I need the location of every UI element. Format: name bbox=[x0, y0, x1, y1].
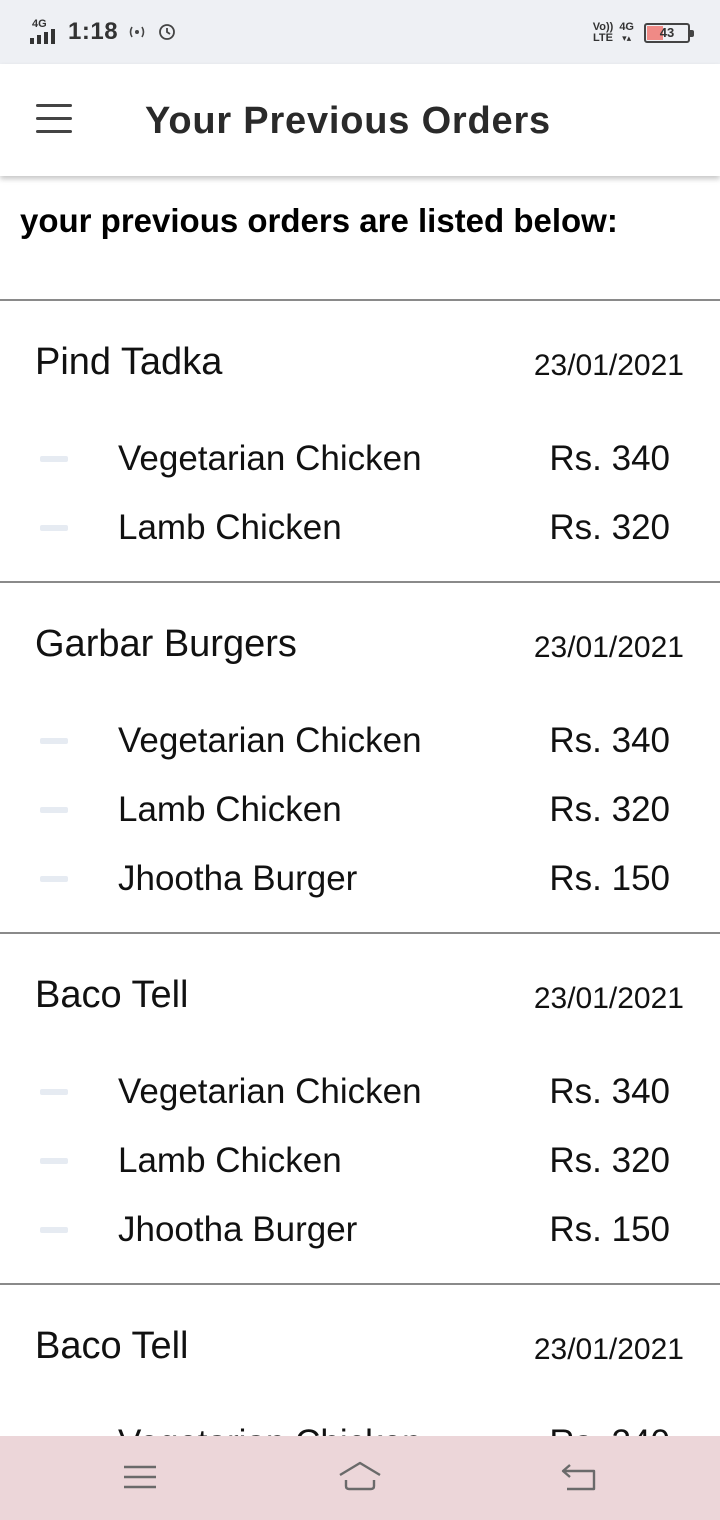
page-title: Your Previous Orders bbox=[145, 100, 551, 142]
alarm-icon bbox=[159, 24, 175, 40]
item-price: Rs. 320 bbox=[549, 1141, 670, 1180]
item-name: Jhootha Burger bbox=[118, 859, 358, 898]
order-card: Garbar Burgers 23/01/2021 Vegetarian Chi… bbox=[0, 581, 720, 932]
order-item: Jhootha Burger Rs. 150 bbox=[0, 1210, 720, 1260]
network-icon: 4G ▾▴ bbox=[619, 21, 634, 44]
bullet-dash bbox=[40, 1227, 68, 1233]
bullet-dash bbox=[40, 876, 68, 882]
item-name: Vegetarian Chicken bbox=[118, 721, 422, 760]
restaurant-name: Baco Tell bbox=[35, 974, 189, 1016]
item-name: Vegetarian Chicken bbox=[118, 439, 422, 478]
bullet-dash bbox=[40, 1158, 68, 1164]
home-icon[interactable] bbox=[337, 1454, 383, 1500]
restaurant-name: Baco Tell bbox=[35, 1325, 189, 1367]
volte-indicator: Vo)) LTE bbox=[593, 22, 614, 44]
bullet-dash bbox=[40, 1089, 68, 1095]
battery-level: 43 bbox=[659, 25, 675, 40]
order-item: Vegetarian Chicken Rs. 340 bbox=[0, 1423, 720, 1436]
signal-icon: 4G bbox=[30, 18, 60, 46]
order-item: Lamb Chicken Rs. 320 bbox=[0, 508, 720, 558]
item-price: Rs. 340 bbox=[549, 721, 670, 760]
restaurant-name: Pind Tadka bbox=[35, 341, 223, 383]
app-bar: Your Previous Orders bbox=[0, 64, 720, 176]
item-price: Rs. 340 bbox=[549, 1072, 670, 1111]
item-name: Vegetarian Chicken bbox=[118, 1072, 422, 1111]
order-item: Vegetarian Chicken Rs. 340 bbox=[0, 721, 720, 771]
order-item: Lamb Chicken Rs. 320 bbox=[0, 1141, 720, 1191]
item-name: Lamb Chicken bbox=[118, 790, 342, 829]
item-price: Rs. 340 bbox=[549, 439, 670, 478]
bullet-dash bbox=[40, 738, 68, 744]
bullet-dash bbox=[40, 456, 68, 462]
order-item: Lamb Chicken Rs. 320 bbox=[0, 790, 720, 840]
item-name: Lamb Chicken bbox=[118, 508, 342, 547]
order-card: Pind Tadka 23/01/2021 Vegetarian Chicken… bbox=[0, 299, 720, 581]
battery-icon: 43 bbox=[644, 23, 694, 43]
item-price: Rs. 320 bbox=[549, 790, 670, 829]
system-nav-bar bbox=[0, 1436, 720, 1520]
status-right: Vo)) LTE 4G ▾▴ 43 bbox=[593, 18, 694, 48]
item-name: Lamb Chicken bbox=[118, 1141, 342, 1180]
order-date: 23/01/2021 bbox=[533, 631, 684, 664]
item-name: Vegetarian Chicken bbox=[118, 1423, 422, 1436]
order-date: 23/01/2021 bbox=[533, 349, 684, 382]
network-type: 4G bbox=[32, 18, 47, 30]
item-price: Rs. 150 bbox=[549, 859, 670, 898]
hotspot-icon bbox=[129, 26, 145, 38]
item-name: Jhootha Burger bbox=[118, 1210, 358, 1249]
status-bar: 4G 1:18 Vo)) LTE 4G ▾▴ 43 bbox=[0, 0, 720, 64]
bullet-dash bbox=[40, 807, 68, 813]
volte-bottom: LTE bbox=[593, 32, 613, 44]
item-price: Rs. 340 bbox=[549, 1423, 670, 1436]
network-right-label: 4G bbox=[619, 21, 634, 33]
recents-icon[interactable] bbox=[117, 1454, 163, 1500]
order-item: Vegetarian Chicken Rs. 340 bbox=[0, 1072, 720, 1122]
orders-list[interactable]: your previous orders are listed below: P… bbox=[0, 176, 720, 1436]
item-price: Rs. 320 bbox=[549, 508, 670, 547]
clock: 1:18 bbox=[68, 18, 119, 45]
back-icon[interactable] bbox=[557, 1454, 603, 1500]
order-date: 23/01/2021 bbox=[533, 982, 684, 1015]
item-price: Rs. 150 bbox=[549, 1210, 670, 1249]
intro-text: your previous orders are listed below: bbox=[20, 202, 618, 239]
order-card: Baco Tell 23/01/2021 Vegetarian Chicken … bbox=[0, 1283, 720, 1436]
hamburger-menu-icon[interactable] bbox=[30, 102, 76, 138]
order-item: Jhootha Burger Rs. 150 bbox=[0, 859, 720, 909]
restaurant-name: Garbar Burgers bbox=[35, 623, 297, 665]
order-card: Baco Tell 23/01/2021 Vegetarian Chicken … bbox=[0, 932, 720, 1283]
order-date: 23/01/2021 bbox=[533, 1333, 684, 1366]
bullet-dash bbox=[40, 525, 68, 531]
order-item: Vegetarian Chicken Rs. 340 bbox=[0, 439, 720, 489]
status-left: 4G 1:18 bbox=[30, 16, 178, 48]
